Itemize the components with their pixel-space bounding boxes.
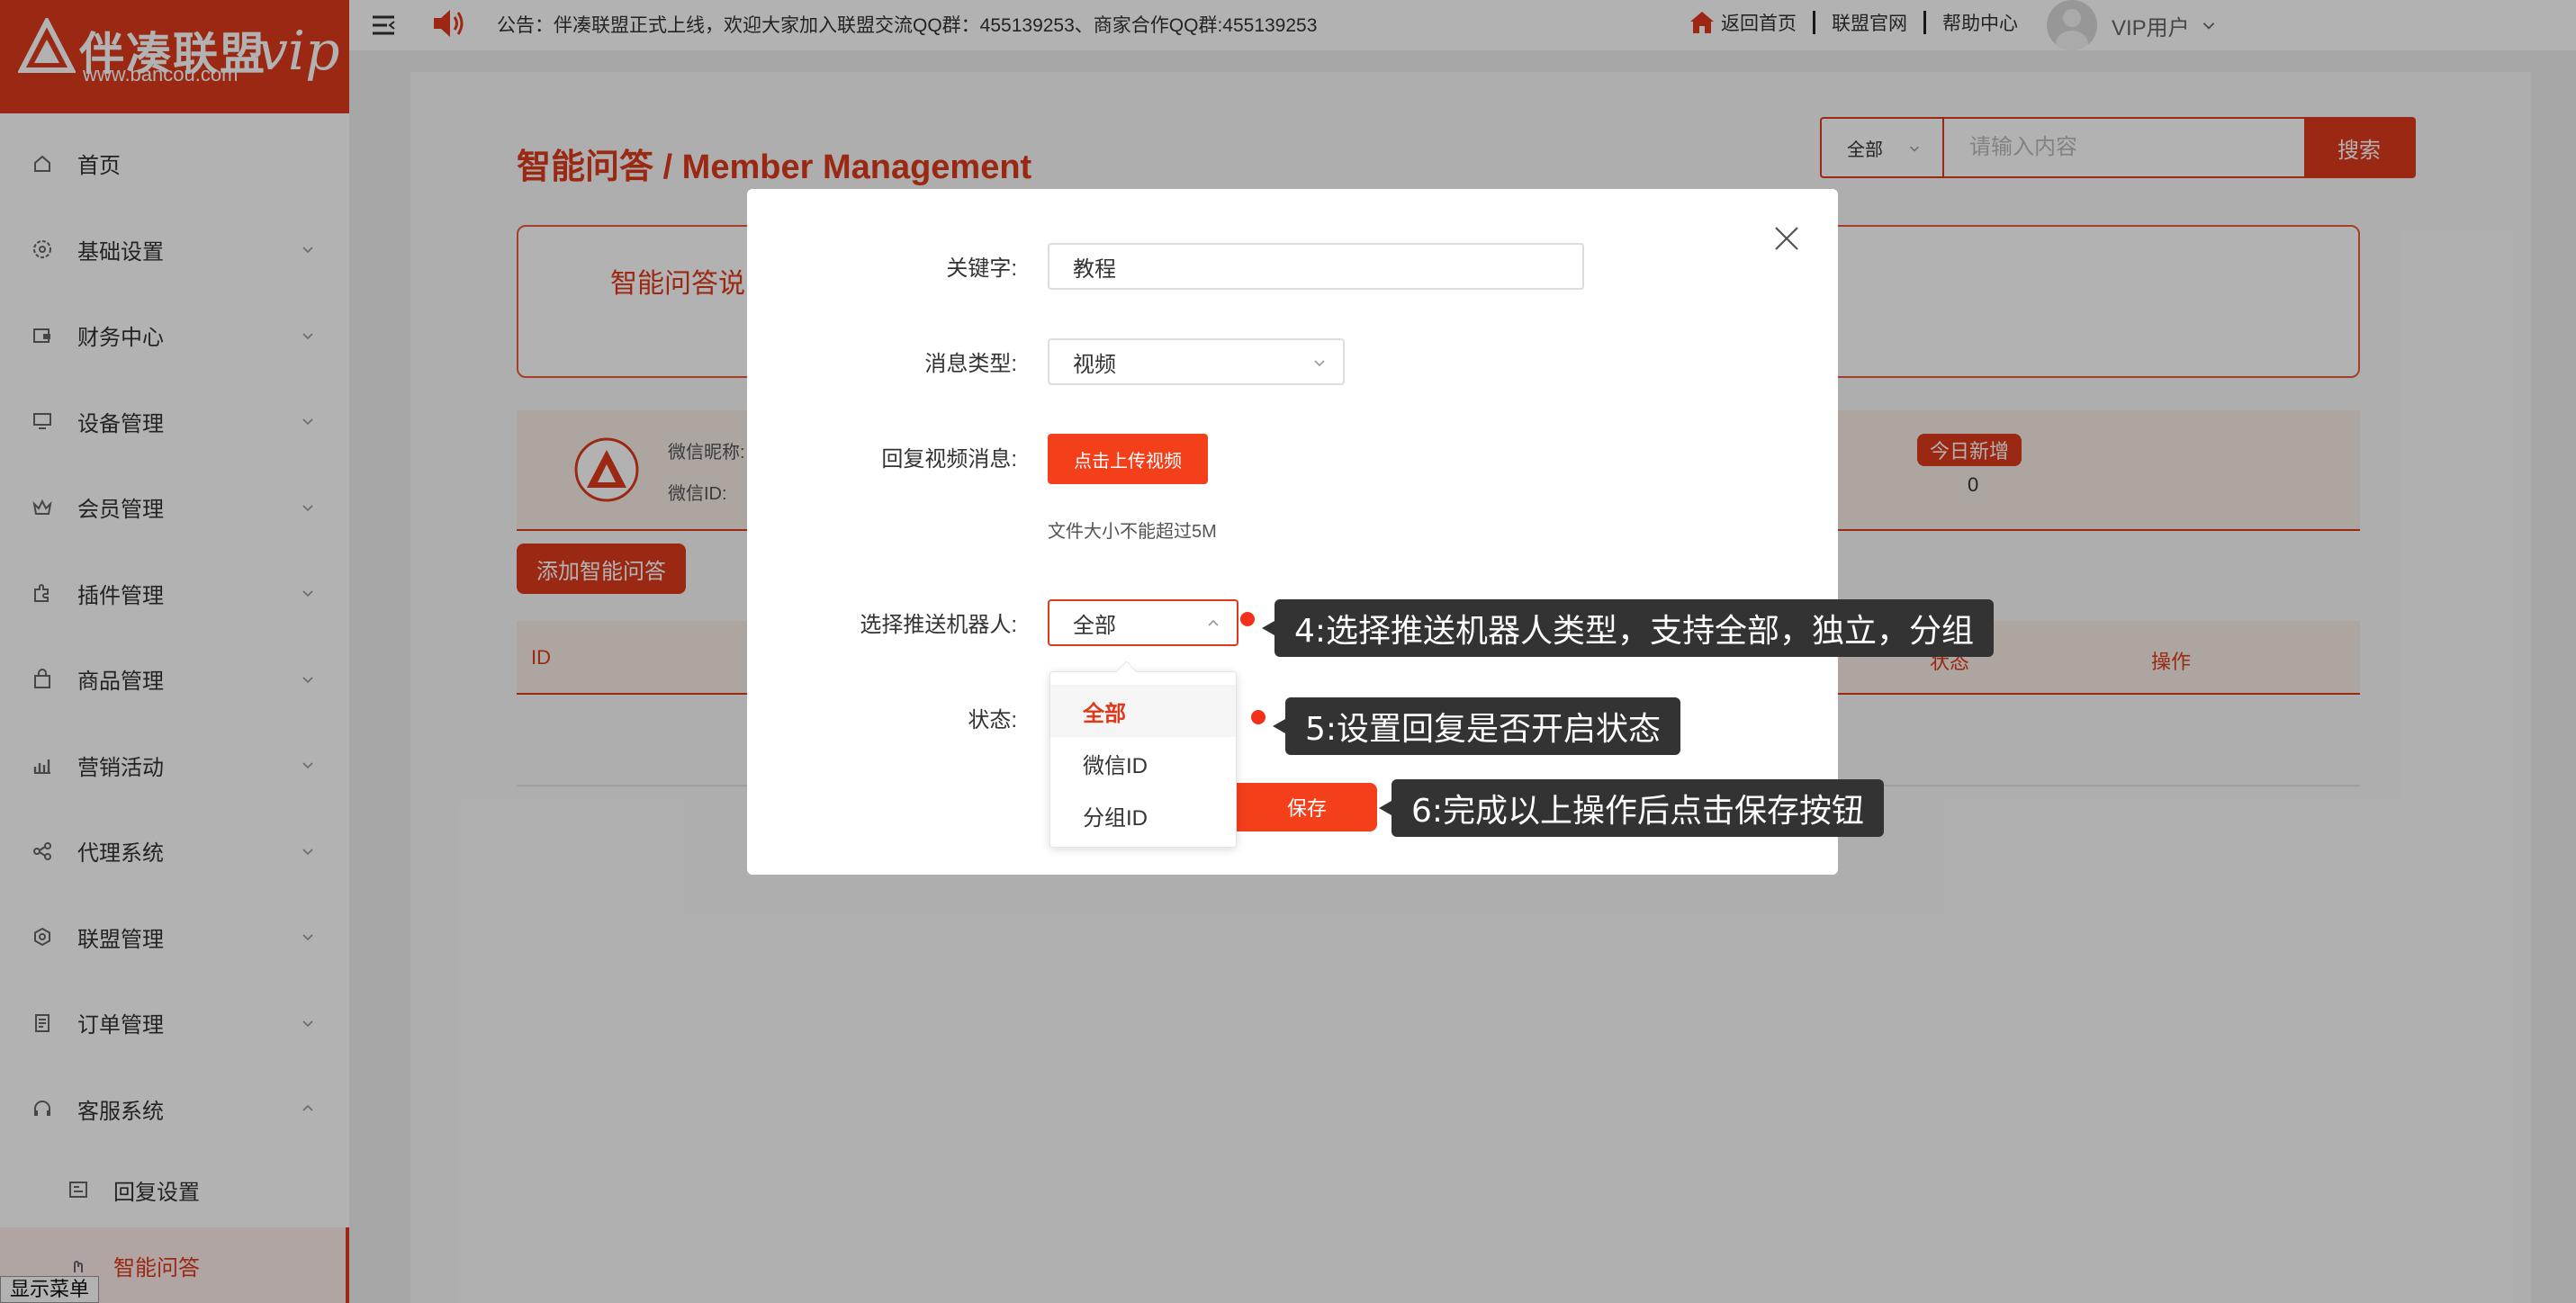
push-robot-label: 选择推送机器人: <box>860 613 1017 637</box>
edit-qa-modal: 关键字: 消息类型: 视频 回复视频消息: 点击上传视频 文件大小不能超过5M … <box>747 189 1838 875</box>
keyword-label: 关键字: <box>946 256 1017 281</box>
message-type-label: 消息类型: <box>924 352 1017 376</box>
push-robot-dropdown: 全部 微信ID 分组ID <box>1049 671 1237 848</box>
annotation-dot <box>1240 612 1255 626</box>
chevron-down-icon <box>1314 360 1325 367</box>
close-icon[interactable] <box>1773 225 1800 252</box>
upload-video-button[interactable]: 点击上传视频 <box>1048 434 1208 484</box>
save-button[interactable]: 保存 <box>1237 783 1377 831</box>
dropdown-option-all[interactable]: 全部 <box>1050 685 1236 737</box>
dropdown-option-group-id[interactable]: 分组ID <box>1050 789 1236 841</box>
chevron-up-icon <box>1208 619 1219 626</box>
message-type-select[interactable]: 视频 <box>1048 338 1345 385</box>
annotation-tooltip-5: 5:设置回复是否开启状态 <box>1272 697 1681 755</box>
status-label: 状态: <box>968 708 1017 732</box>
annotation-tooltip-6: 6:完成以上操作后点击保存按钮 <box>1378 779 1885 837</box>
annotation-tooltip-4: 4:选择推送机器人类型，支持全部，独立，分组 <box>1261 599 1995 657</box>
message-type-value: 视频 <box>1073 352 1116 377</box>
push-robot-value: 全部 <box>1073 613 1116 638</box>
push-robot-select[interactable]: 全部 <box>1048 599 1238 646</box>
dropdown-option-wechat-id[interactable]: 微信ID <box>1050 737 1236 789</box>
file-size-hint: 文件大小不能超过5M <box>1048 522 1217 542</box>
annotation-dot <box>1251 710 1265 724</box>
reply-video-label: 回复视频消息: <box>881 447 1017 472</box>
keyword-field[interactable] <box>1048 243 1584 290</box>
